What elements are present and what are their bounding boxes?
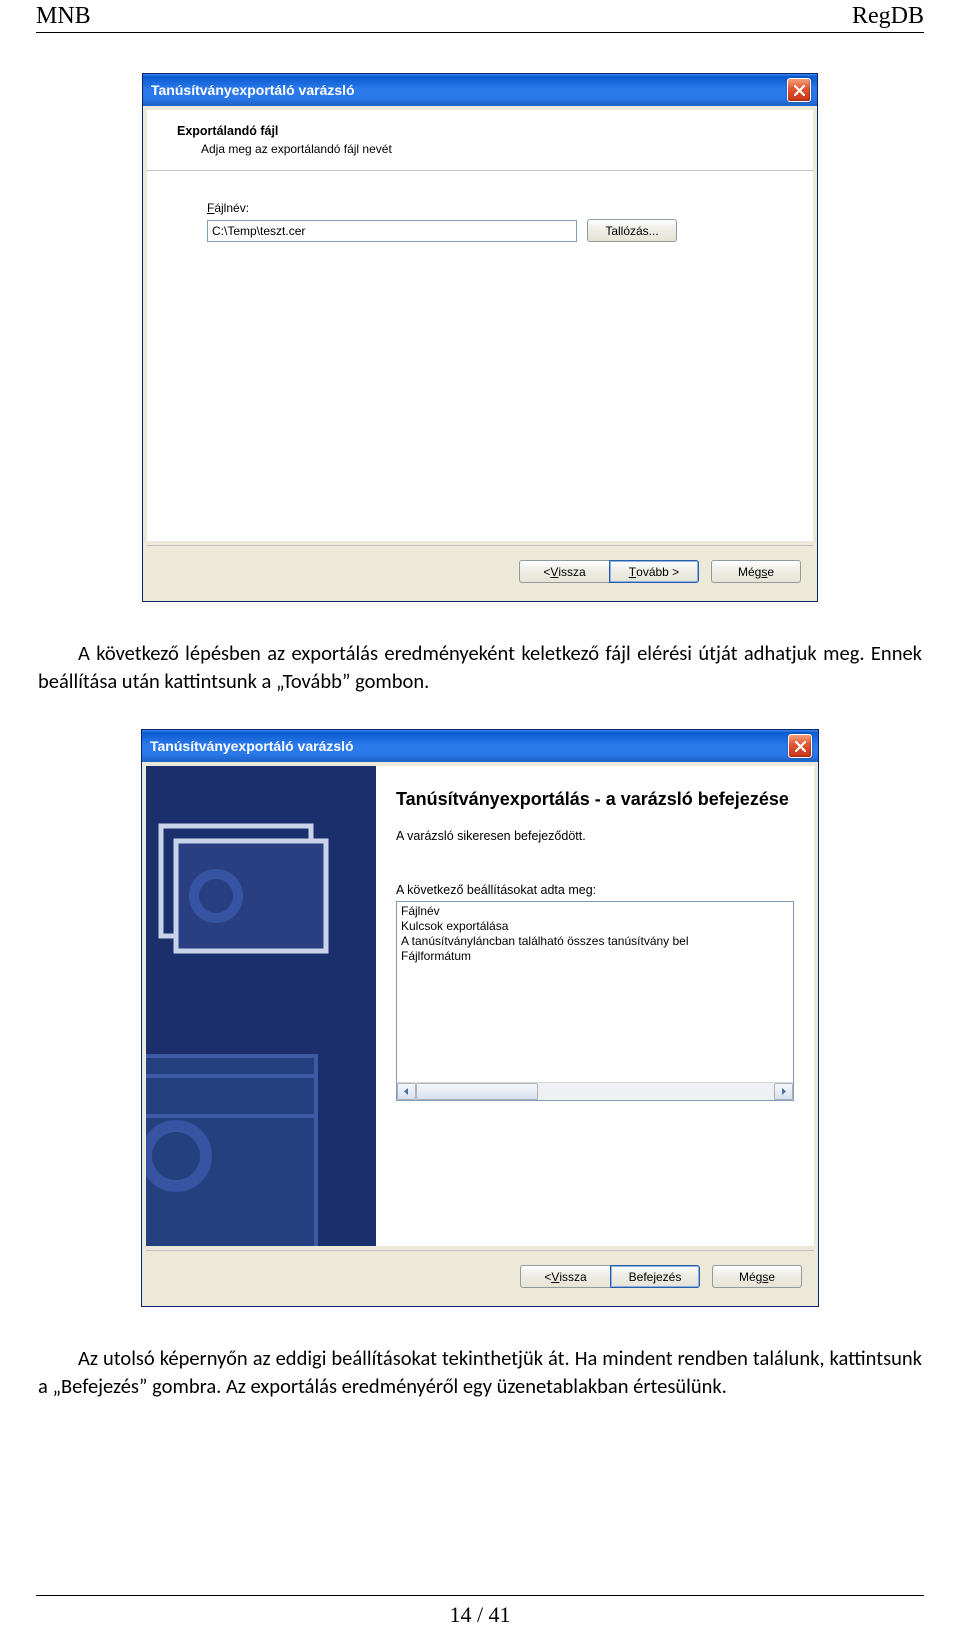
wizard-done-message: A varázsló sikeresen befejeződött. (396, 829, 794, 843)
wizard-buttons: < Vissza Tovább > Mégse (147, 545, 813, 597)
list-item: Kulcsok exportálása (399, 919, 791, 934)
paragraph-2: Az utolsó képernyőn az eddigi beállításo… (38, 1345, 922, 1400)
close-icon (795, 741, 806, 752)
close-icon (794, 85, 805, 96)
list-item: Fájlformátum (399, 949, 791, 964)
titlebar[interactable]: Tanúsítványexportáló varázsló (143, 74, 817, 106)
file-path-input[interactable] (207, 220, 577, 242)
header-rule (36, 32, 924, 33)
wizard-buttons: < Vissza Befejezés Mégse (146, 1250, 814, 1302)
window-title: Tanúsítványexportáló varázsló (150, 738, 354, 754)
titlebar[interactable]: Tanúsítványexportáló varázsló (142, 730, 818, 762)
scroll-track[interactable] (416, 1083, 774, 1100)
scroll-right-arrow-icon[interactable] (774, 1083, 793, 1100)
scroll-left-arrow-icon[interactable] (397, 1083, 416, 1100)
page-number: 14 / 41 (36, 1602, 924, 1648)
settings-list-label: A következő beállításokat adta meg: (396, 883, 794, 897)
close-button[interactable] (788, 734, 812, 758)
wizard-side-graphic (146, 766, 376, 1246)
back-button[interactable]: < Vissza (520, 1265, 610, 1288)
window-title: Tanúsítványexportáló varázsló (151, 82, 355, 98)
export-wizard-window-1: Tanúsítványexportáló varázsló Exportálan… (142, 73, 818, 602)
list-item: A tanúsítványláncban található összes ta… (399, 934, 791, 949)
list-item: Fájlnév (399, 904, 791, 919)
next-button[interactable]: Tovább > (609, 560, 699, 583)
paragraph-1: A következő lépésben az exportálás eredm… (38, 640, 922, 695)
file-label: Fájlnév: (207, 201, 753, 215)
browse-button[interactable]: Tallózás... (587, 219, 677, 242)
page-header: MNB RegDB (36, 3, 924, 30)
wizard-heading: Exportálandó fájl (177, 124, 791, 138)
header-right: RegDB (852, 3, 924, 30)
wizard-header: Exportálandó fájl Adja meg az exportálan… (147, 110, 813, 171)
close-button[interactable] (787, 78, 811, 102)
wizard-subheading: Adja meg az exportálandó fájl nevét (177, 142, 791, 156)
horizontal-scrollbar[interactable] (397, 1082, 793, 1100)
footer-rule (36, 1595, 924, 1596)
wizard-finish-heading: Tanúsítványexportálás - a varázsló befej… (396, 788, 794, 811)
export-wizard-window-2: Tanúsítványexportáló varázsló (141, 729, 819, 1307)
scroll-thumb[interactable] (416, 1083, 538, 1100)
cancel-button[interactable]: Mégse (712, 1265, 802, 1288)
cancel-button[interactable]: Mégse (711, 560, 801, 583)
back-button[interactable]: < Vissza (519, 560, 609, 583)
header-left: MNB (36, 3, 91, 30)
settings-listbox[interactable]: Fájlnév Kulcsok exportálása A tanúsítván… (396, 901, 794, 1101)
finish-button[interactable]: Befejezés (610, 1265, 700, 1288)
